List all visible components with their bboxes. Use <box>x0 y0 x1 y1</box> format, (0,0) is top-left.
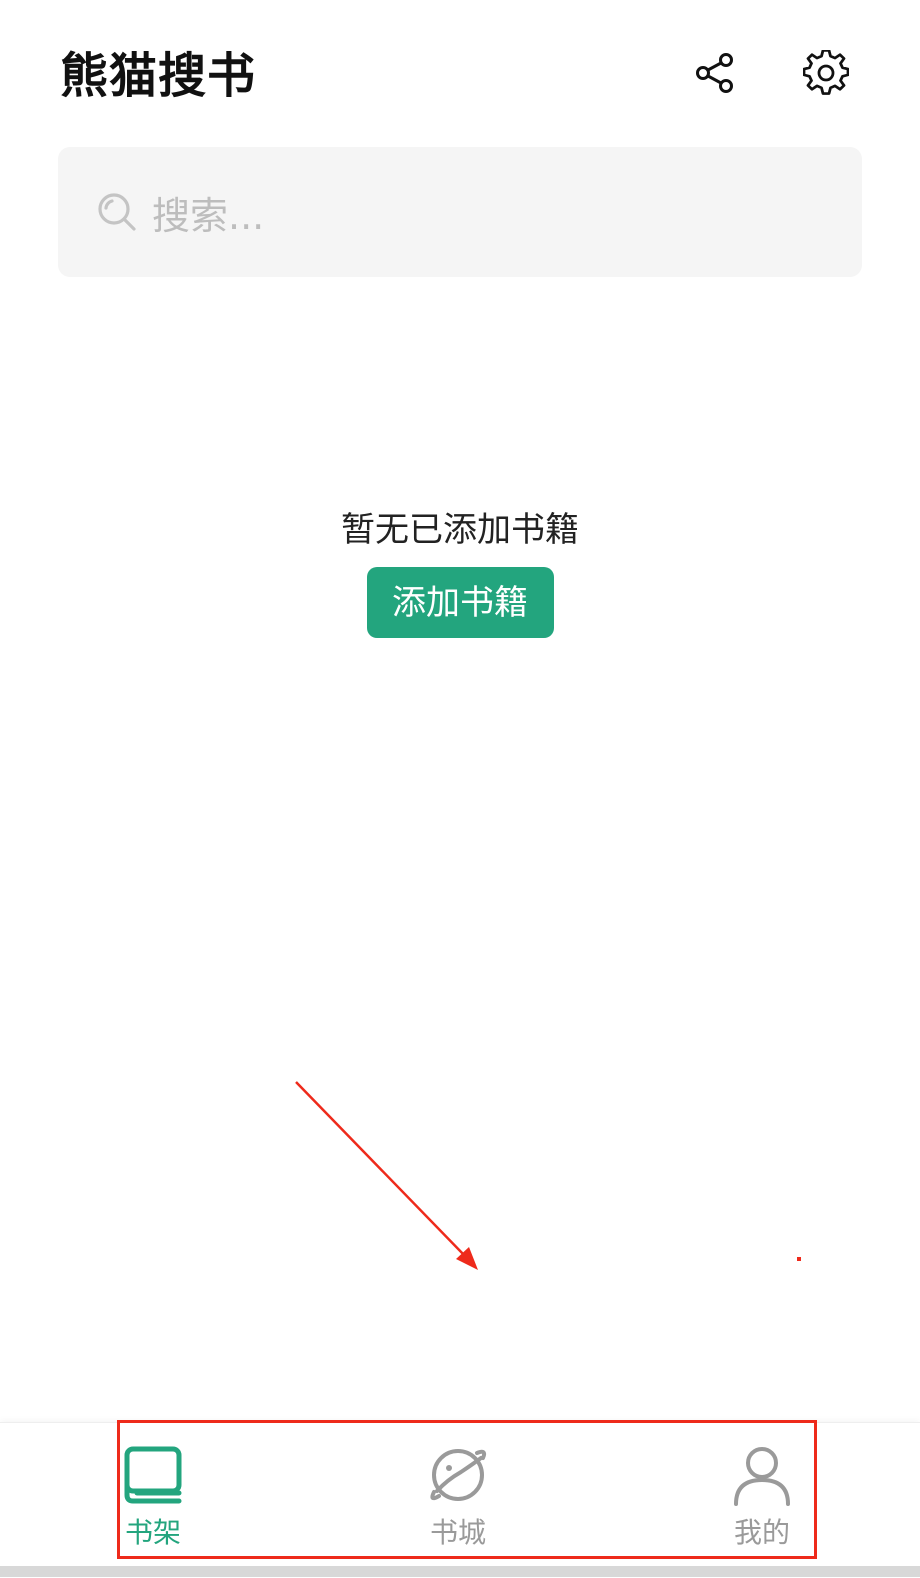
tab-bookshelf[interactable]: 书架 <box>83 1443 223 1573</box>
tab-bookstore-label: 书城 <box>429 1516 486 1549</box>
app-title: 熊猫搜书 <box>60 48 257 104</box>
search-icon <box>94 189 140 235</box>
tab-bookstore[interactable]: 书城 <box>388 1443 528 1573</box>
empty-state: 暂无已添加书籍 添加书籍 <box>0 505 920 638</box>
tab-mine-label: 我的 <box>733 1516 790 1549</box>
search-bar[interactable]: 搜索... <box>58 147 862 277</box>
search-input[interactable]: 搜索... <box>152 185 264 240</box>
bottom-navigation: 书架 书城 我的 <box>0 1422 920 1578</box>
planet-icon <box>426 1443 490 1507</box>
empty-message: 暂无已添加书籍 <box>341 510 579 550</box>
settings-button[interactable] <box>801 48 851 98</box>
share-icon <box>696 53 733 93</box>
bookshelf-icon <box>121 1443 185 1507</box>
user-icon <box>730 1443 794 1507</box>
tab-bookshelf-label: 书架 <box>124 1516 181 1549</box>
tab-mine[interactable]: 我的 <box>692 1443 832 1573</box>
add-book-button[interactable]: 添加书籍 <box>366 567 554 638</box>
gear-icon <box>803 50 849 95</box>
annotation-dot <box>797 1257 801 1261</box>
system-bottom-strip <box>0 1566 920 1577</box>
share-button[interactable] <box>690 48 740 98</box>
